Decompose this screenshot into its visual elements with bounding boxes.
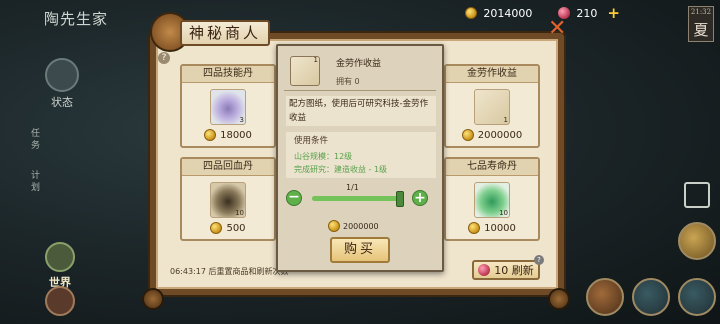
item-price-value: 500: [226, 222, 246, 234]
coin-icon: [210, 222, 223, 234]
buy-button[interactable]: 购买: [330, 237, 390, 263]
camera-frame-icon[interactable]: [684, 182, 710, 208]
decrease-quantity-button[interactable]: −: [286, 190, 302, 206]
detail-price-value: 2000000: [343, 221, 379, 231]
shop-item-card[interactable]: 四品技能丹 3 18000: [180, 64, 276, 148]
condition-line: 完成研究：建造收益 - 1级: [294, 165, 388, 174]
season-time: 21:32: [690, 8, 712, 16]
quantity-slider-handle[interactable]: [396, 191, 404, 207]
conditions-title: 使用条件: [294, 136, 329, 146]
status-avatar-icon: [45, 58, 79, 92]
game-title: 陶先生家: [44, 10, 109, 28]
gem-count: 210: [576, 6, 598, 20]
item-qty: 1: [503, 116, 508, 124]
item-price: 2000000: [446, 129, 538, 141]
season-label: 夏: [693, 21, 709, 39]
increase-quantity-button[interactable]: +: [412, 190, 428, 206]
nav-world[interactable]: 世界: [40, 242, 80, 290]
shop-item-card[interactable]: 金劳作收益 1 2000000: [444, 64, 540, 148]
nav-plan[interactable]: 计划: [28, 170, 41, 194]
gem-icon: [478, 264, 491, 276]
item-name: 金劳作收益: [446, 66, 538, 83]
character-portrait-3[interactable]: [678, 278, 716, 316]
resource-bar: 2014000 210 +: [465, 4, 620, 22]
detail-icon-qty: 1: [313, 56, 318, 64]
close-button[interactable]: ✕: [548, 18, 566, 40]
shop-title: 神秘商人: [180, 20, 270, 46]
season-badge[interactable]: 21:32 夏: [688, 6, 714, 42]
detail-owned-count: 拥有 0: [336, 77, 360, 86]
coin-icon: [204, 129, 217, 141]
item-qty: 3: [239, 116, 244, 124]
action-button-gold[interactable]: [678, 222, 716, 260]
character-avatar-icon: [45, 286, 75, 316]
detail-item-name: 金劳作收益: [336, 59, 382, 69]
longevity-pill-icon: 10: [474, 182, 510, 218]
item-price: 10000: [446, 222, 538, 234]
item-qty: 10: [499, 209, 508, 217]
character-portrait-2[interactable]: [632, 278, 670, 316]
world-map-icon: [45, 242, 75, 272]
character-portrait-1[interactable]: [586, 278, 624, 316]
skill-pill-icon: 3: [210, 89, 246, 125]
coin-icon: [328, 220, 340, 232]
item-price-value: 10000: [484, 222, 516, 234]
scroll-end-right-icon: [548, 288, 570, 310]
recipe-scroll-icon: 1: [474, 89, 510, 125]
help-icon[interactable]: ?: [158, 52, 170, 64]
refresh-button[interactable]: 10 刷新: [472, 260, 540, 280]
divider: [284, 90, 436, 91]
recipe-scroll-icon: 1: [290, 56, 320, 86]
refresh-help-icon[interactable]: ?: [534, 255, 544, 265]
add-currency-button[interactable]: +: [607, 4, 620, 22]
heal-pill-icon: 10: [210, 182, 246, 218]
item-price: 500: [182, 222, 274, 234]
detail-description: 配方图纸，使用后可研究科技-金劳作收益: [286, 96, 436, 126]
detail-price: 2000000: [328, 220, 379, 232]
quantity-counter: 1/1: [346, 183, 359, 192]
item-price: 18000: [182, 129, 274, 141]
item-name: 四品回血丹: [182, 159, 274, 176]
usage-conditions: 使用条件 山谷规模：12级 完成研究：建造收益 - 1级: [286, 132, 436, 178]
item-name: 四品技能丹: [182, 66, 274, 83]
item-qty: 10: [235, 209, 244, 217]
nav-status[interactable]: 状态: [42, 58, 82, 110]
item-price-value: 2000000: [477, 129, 523, 141]
coin-icon: [468, 222, 481, 234]
condition-line: 山谷规模：12级: [294, 152, 353, 161]
quantity-slider[interactable]: [312, 196, 402, 201]
coin-icon: [461, 129, 474, 141]
item-price-value: 18000: [220, 129, 252, 141]
nav-character[interactable]: [40, 286, 80, 316]
quantity-slider-fill: [312, 196, 402, 201]
coin-icon: [465, 7, 478, 19]
shop-item-card[interactable]: 四品回血丹 10 500: [180, 157, 276, 241]
item-name: 七品寿命丹: [446, 159, 538, 176]
scroll-end-left-icon: [142, 288, 164, 310]
refresh-timer-note: 06:43:17 后重置商品和刷新次数: [170, 267, 289, 276]
refresh-button-label: 10 刷新: [494, 264, 534, 277]
coin-count: 2014000: [483, 6, 533, 20]
nav-tasks[interactable]: 任务: [28, 128, 41, 152]
shop-item-card[interactable]: 七品寿命丹 10 10000: [444, 157, 540, 241]
nav-status-label: 状态: [51, 96, 73, 109]
